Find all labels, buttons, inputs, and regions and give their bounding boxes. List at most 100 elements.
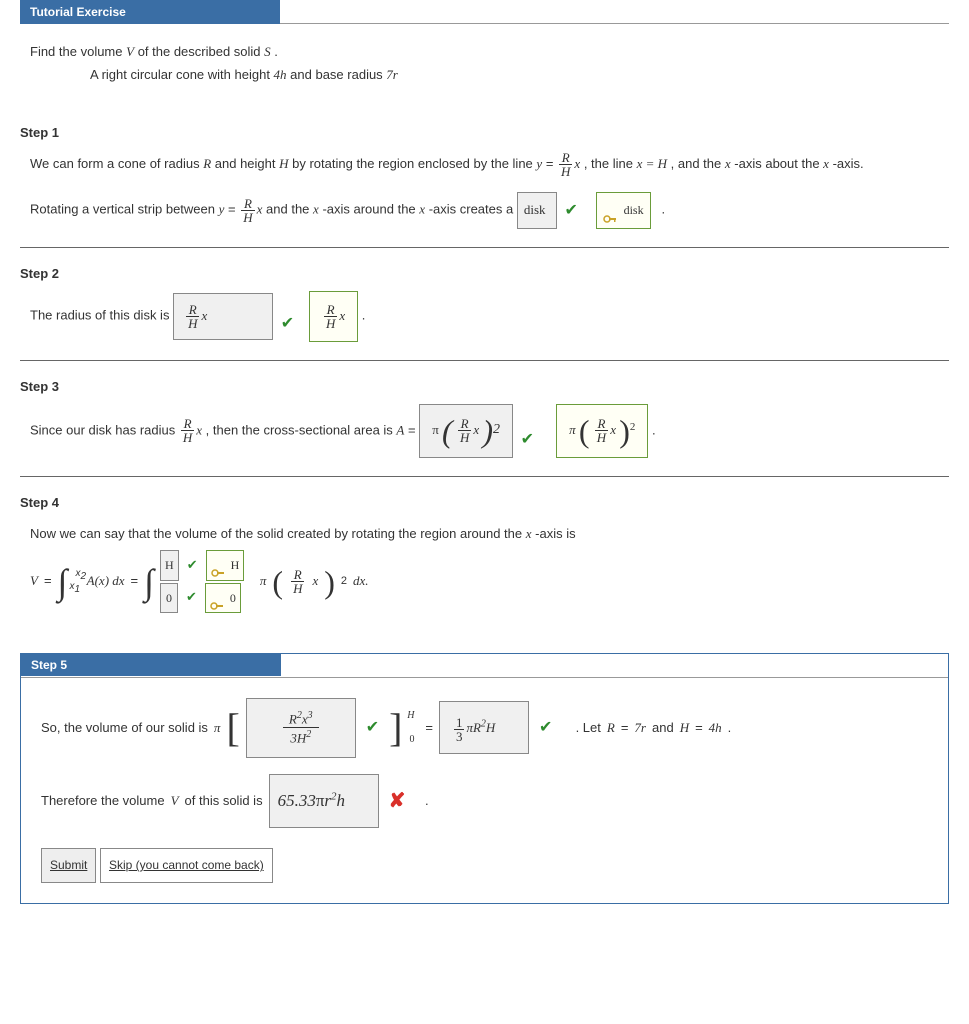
val-4h: 4h <box>709 712 722 743</box>
value-4h: 4h <box>274 67 287 82</box>
submit-button[interactable]: Submit <box>41 848 96 883</box>
check-icon: ✔ <box>366 709 379 747</box>
check-icon: ✔ <box>539 709 552 747</box>
text: Since our disk has radius <box>30 422 179 437</box>
den: H <box>188 316 197 331</box>
eval-upper: H <box>407 704 414 728</box>
text: -axis creates a <box>429 202 517 217</box>
text: of this solid is <box>185 785 263 816</box>
den: H <box>561 164 570 179</box>
den: H <box>597 430 606 445</box>
var-x: x <box>725 156 731 171</box>
num: R <box>461 416 469 431</box>
int-lower: x1 <box>70 576 81 601</box>
den: H <box>243 210 252 225</box>
num: 1 <box>456 715 463 730</box>
pi: π <box>432 422 439 437</box>
step2-body: The radius of this disk is R H x ✔ R H x… <box>20 291 949 360</box>
value-7r: 7r <box>386 67 398 82</box>
text: Rotating a vertical strip between <box>30 202 219 217</box>
var-x: x <box>526 526 532 541</box>
rparen-icon: ) <box>619 415 630 447</box>
intro-text: Find the volume <box>30 44 126 59</box>
eval-lower: 0 <box>410 728 415 752</box>
var-x: x <box>574 156 580 171</box>
pi: π <box>569 422 576 437</box>
step2-answer-input[interactable]: R H x <box>173 293 273 340</box>
limit-inputs: H ✔ H 0 ✔ 0 <box>160 548 244 615</box>
var-s: S <box>264 44 271 59</box>
step2-correct-answer: R H x <box>309 291 358 342</box>
tutorial-header: Tutorial Exercise <box>20 0 280 24</box>
step3-answer-input[interactable]: π ( R H x )2 <box>419 404 513 458</box>
text: = <box>228 202 239 217</box>
den: H <box>183 430 192 445</box>
den: 3 <box>456 729 463 744</box>
lbracket-icon: [ <box>226 708 239 748</box>
period: . <box>652 422 656 437</box>
text: We can form a cone of radius <box>30 156 203 171</box>
dx: dx. <box>353 567 369 596</box>
integrand: A(x) dx <box>87 567 125 596</box>
cross-icon: ✘ <box>389 777 406 825</box>
lparen-icon: ( <box>579 415 590 447</box>
text: -axis is <box>535 526 575 541</box>
exercise-prompt: Find the volume V of the described solid… <box>20 36 949 107</box>
var-x: x <box>419 202 425 217</box>
step5-title: Step 5 <box>21 654 281 676</box>
step5-final-input[interactable]: 65.33πr2h <box>269 774 379 829</box>
step5-result-input[interactable]: 1 3 πR2H <box>439 701 529 754</box>
var-v: V <box>30 567 38 596</box>
fraction: R H <box>181 417 194 444</box>
fraction-r-over-h: R H <box>559 151 572 178</box>
divider <box>20 476 949 477</box>
check-icon: ✔ <box>521 431 534 448</box>
var-y: y <box>219 202 225 217</box>
var-v: V <box>171 785 179 816</box>
step1-body: We can form a cone of radius R and heigh… <box>20 150 949 247</box>
lparen-icon: ( <box>442 415 453 447</box>
integral: ∫ <box>144 567 154 597</box>
divider <box>20 360 949 361</box>
rbracket: ] H 0 <box>389 708 402 748</box>
step1-answer-input[interactable]: disk <box>517 192 557 229</box>
lower-limit-input[interactable]: 0 <box>160 583 178 613</box>
num: R <box>294 567 302 582</box>
upper-limit-input[interactable]: H <box>160 550 179 580</box>
eq: = <box>44 567 52 596</box>
val-7r: 7r <box>634 712 646 743</box>
var-x: x <box>313 202 319 217</box>
text: and <box>652 712 674 743</box>
period: . <box>425 785 429 816</box>
intro-text: and base radius <box>290 67 386 82</box>
text: , the line <box>584 156 637 171</box>
integral-icon: ∫ <box>58 567 68 597</box>
pi: π <box>214 712 221 743</box>
step3-title: Step 3 <box>20 379 949 394</box>
num: R <box>598 416 606 431</box>
ans: H <box>231 558 240 572</box>
var-x: x <box>257 202 263 217</box>
text: -axis about the <box>734 156 823 171</box>
lparen-icon: ( <box>272 566 283 598</box>
var-x: x <box>610 422 616 437</box>
text: . Let <box>576 712 601 743</box>
period: . <box>661 202 665 217</box>
var-x: x <box>339 308 345 323</box>
key-icon <box>603 206 617 216</box>
step5-antideriv-input[interactable]: R2x3 3H2 <box>246 698 356 758</box>
pi: π <box>260 567 267 596</box>
step5-panel: Step 5 So, the volume of our solid is π … <box>20 653 949 904</box>
var-v: V <box>126 44 134 59</box>
key-icon <box>211 561 225 571</box>
text: and the <box>266 202 313 217</box>
text: and height <box>215 156 279 171</box>
rparen-icon: ) <box>482 415 493 447</box>
var-x: x <box>201 308 207 323</box>
eq: = <box>408 422 419 437</box>
step3-correct-answer: π ( R H x )2 <box>556 404 648 458</box>
step1-title: Step 1 <box>20 125 949 140</box>
text: = <box>546 156 557 171</box>
fraction-r-over-h: R H <box>241 197 254 224</box>
skip-link[interactable]: Skip (you cannot come back) <box>100 848 273 883</box>
